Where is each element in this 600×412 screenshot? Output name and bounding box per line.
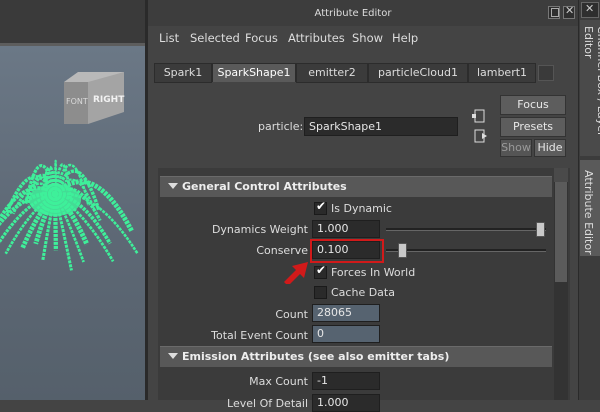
cache-data-label: Cache Data	[331, 286, 395, 299]
dock-close-button[interactable]: ✕	[581, 2, 599, 18]
max-count-label: Max Count	[249, 375, 308, 388]
float-icon	[551, 8, 559, 17]
tab-spark1[interactable]: Spark1	[154, 63, 212, 83]
dock-tab-channel-box[interactable]: Channel Box / Layer Editor	[580, 20, 600, 156]
attribute-scroll-area[interactable]: General Control Attributes ✔ Is Dynamic …	[158, 168, 570, 412]
dynamics-weight-slider-thumb[interactable]	[536, 222, 545, 237]
attribute-editor-panel: Attribute Editor ✕ List Selected Focus A…	[148, 0, 578, 412]
total-event-count-field: 0	[312, 325, 380, 343]
close-icon: ✕	[565, 4, 575, 17]
count-label: Count	[275, 308, 308, 321]
count-field: 28065	[312, 304, 380, 322]
tab-lambert1[interactable]: lambert1	[468, 63, 536, 83]
section-general-control[interactable]: General Control Attributes	[160, 176, 552, 197]
node-tabs: Spark1 SparkShape1 emitter2 particleClou…	[154, 63, 564, 83]
window-title: Attribute Editor	[314, 8, 392, 19]
viewcube-front-label: FONT	[66, 97, 88, 106]
float-window-button[interactable]	[548, 6, 560, 19]
vertical-scrollbar[interactable]	[554, 168, 568, 400]
input-connection-icon	[474, 109, 485, 123]
particle-burst	[0, 159, 139, 271]
section-emission-label: Emission Attributes (see also emitter ta…	[182, 350, 450, 363]
collapse-arrow-icon	[168, 353, 178, 359]
menu-help[interactable]: Help	[392, 31, 418, 45]
show-button[interactable]: Show	[500, 139, 532, 157]
menu-selected[interactable]: Selected	[190, 31, 240, 45]
max-count-field[interactable]: -1	[312, 372, 380, 390]
menu-list[interactable]: List	[159, 31, 179, 45]
dock-tab-channel-box-label: Channel Box / Layer Editor	[582, 26, 600, 137]
presets-button[interactable]: Presets	[500, 117, 566, 137]
conserve-label: Conserve	[256, 244, 308, 257]
title-bar: Attribute Editor ✕	[148, 0, 578, 26]
scrollbar-thumb[interactable]	[555, 182, 567, 282]
tab-particlecloud1[interactable]: particleCloud1	[368, 63, 468, 83]
dynamics-weight-label: Dynamics Weight	[211, 223, 308, 236]
section-general-label: General Control Attributes	[182, 180, 347, 193]
check-icon: ✔	[316, 199, 327, 213]
conserve-highlight-box	[310, 239, 384, 263]
node-type-label: particle:	[258, 120, 304, 133]
viewcube-right-label: RIGHT	[93, 95, 125, 105]
particle-core	[29, 184, 81, 216]
menu-show[interactable]: Show	[352, 31, 383, 45]
is-dynamic-checkbox[interactable]: ✔	[314, 199, 327, 215]
node-name-field[interactable]: SparkShape1	[304, 117, 458, 136]
viewport-toolbar	[0, 0, 147, 43]
collapse-arrow-icon	[168, 183, 178, 189]
level-of-detail-label: Level Of Detail	[227, 397, 308, 410]
close-icon: ✕	[585, 2, 595, 15]
tabs-scroll-button[interactable]	[538, 65, 554, 81]
check-icon: ✔	[316, 263, 327, 277]
tab-sparkshape1[interactable]: SparkShape1	[212, 63, 296, 82]
close-window-button[interactable]: ✕	[563, 4, 575, 19]
conserve-slider-thumb[interactable]	[398, 243, 407, 258]
level-of-detail-field[interactable]: 1.000	[312, 394, 380, 412]
annotation-arrow-icon	[284, 262, 308, 284]
total-event-count-label: Total Event Count	[211, 329, 308, 342]
conserve-slider[interactable]	[386, 249, 546, 252]
dock-tab-attribute-editor[interactable]: Attribute Editor	[580, 160, 600, 256]
menu-bar: List Selected Focus Attributes Show Help	[148, 28, 578, 48]
cache-data-checkbox[interactable]	[314, 286, 327, 299]
dynamics-weight-slider[interactable]	[386, 228, 546, 231]
viewcube-widget[interactable]: FONT RIGHT	[58, 68, 128, 130]
hide-button[interactable]: Hide	[534, 139, 566, 157]
forces-in-world-label: Forces In World	[331, 266, 416, 279]
dynamics-weight-field[interactable]: 1.000	[312, 220, 380, 238]
is-dynamic-label: Is Dynamic	[331, 202, 392, 215]
menu-focus[interactable]: Focus	[245, 31, 278, 45]
node-nav-icons[interactable]	[472, 108, 488, 144]
menu-attributes[interactable]: Attributes	[288, 31, 345, 45]
right-dock: ✕ Channel Box / Layer Editor Attribute E…	[578, 0, 600, 400]
tab-emitter2[interactable]: emitter2	[296, 63, 368, 83]
forces-in-world-checkbox[interactable]: ✔	[314, 263, 327, 279]
focus-button[interactable]: Focus	[500, 95, 566, 115]
viewport-canvas[interactable]: FONT RIGHT	[0, 46, 147, 400]
viewport-panel[interactable]: FONT RIGHT	[0, 0, 147, 400]
dock-tab-attribute-editor-label: Attribute Editor	[582, 170, 595, 255]
section-emission[interactable]: Emission Attributes (see also emitter ta…	[160, 346, 552, 367]
scroll-up-button[interactable]	[554, 168, 568, 182]
